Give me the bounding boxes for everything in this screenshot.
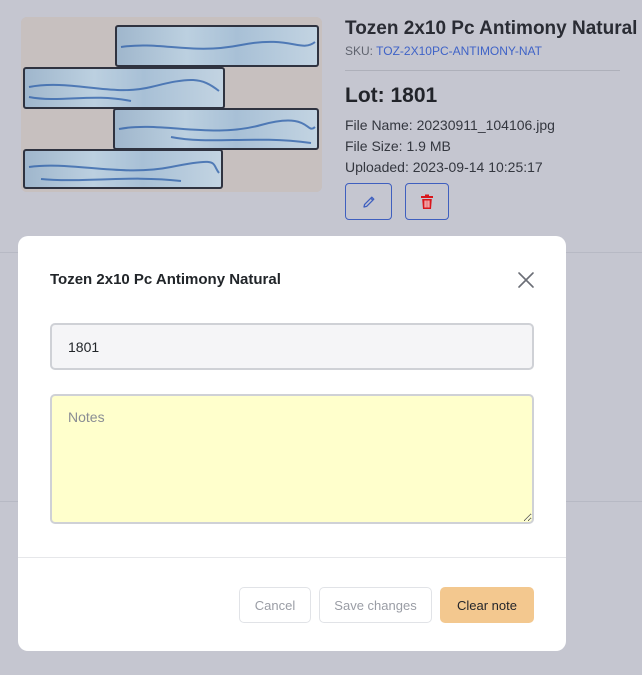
save-changes-button[interactable]: Save changes: [319, 587, 432, 623]
product-info: Tozen 2x10 Pc Antimony Natural SKU: TOZ-…: [345, 17, 638, 220]
sku-line: SKU: TOZ-2X10PC-ANTIMONY-NAT: [345, 44, 625, 58]
action-buttons: [345, 183, 625, 220]
trash-icon: [421, 194, 433, 209]
close-icon: [518, 272, 534, 288]
close-button[interactable]: [516, 270, 536, 290]
divider: [345, 70, 620, 71]
file-size: File Size: 1.9 MB: [345, 138, 451, 154]
pencil-icon: [362, 196, 374, 208]
cancel-button[interactable]: Cancel: [239, 587, 311, 623]
tile-photo: [21, 17, 322, 192]
edit-button[interactable]: [345, 183, 392, 220]
edit-modal: Tozen 2x10 Pc Antimony Natural Cancel Sa…: [18, 236, 566, 651]
product-title: Tozen 2x10 Pc Antimony Natural: [345, 18, 638, 39]
clear-note-button[interactable]: Clear note: [440, 587, 534, 623]
modal-footer-divider: [18, 557, 566, 558]
modal-title: Tozen 2x10 Pc Antimony Natural: [50, 271, 281, 288]
lot-input[interactable]: [50, 323, 534, 370]
notes-textarea[interactable]: [50, 394, 534, 524]
sku-label: SKU:: [345, 44, 374, 58]
file-name: File Name: 20230911_104106.jpg: [345, 117, 555, 133]
uploaded-date: Uploaded: 2023-09-14 10:25:17: [345, 159, 543, 175]
sku-link[interactable]: TOZ-2X10PC-ANTIMONY-NAT: [376, 44, 542, 58]
lot-heading: Lot: 1801: [345, 84, 438, 107]
delete-button[interactable]: [405, 183, 449, 220]
product-image: [21, 17, 322, 192]
